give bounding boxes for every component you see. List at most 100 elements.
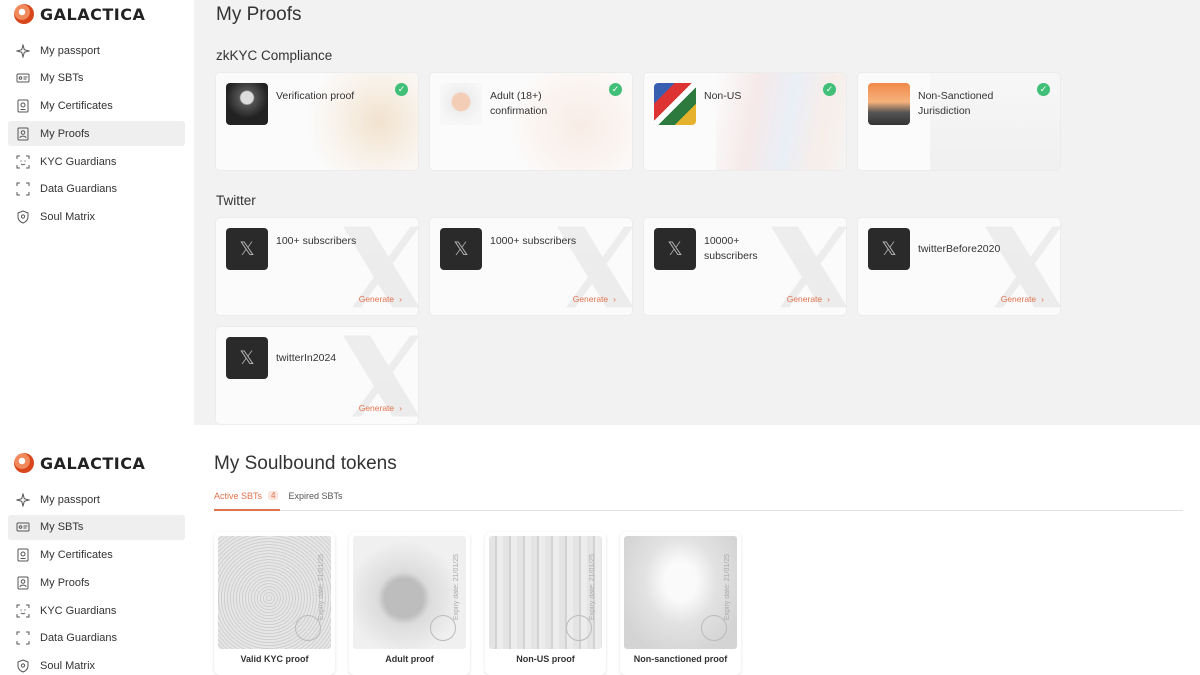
generate-button[interactable]: Generate › bbox=[359, 294, 402, 304]
twitter-card-100[interactable]: 𝕏 100+ subscribers Generate › bbox=[216, 218, 418, 315]
scan-frame-icon bbox=[16, 631, 30, 645]
sidebar-item-kyc-guardians[interactable]: KYC Guardians bbox=[8, 598, 185, 623]
flags-thumbnail bbox=[654, 83, 696, 125]
sidebar-item-my-proofs[interactable]: My Proofs bbox=[8, 121, 185, 147]
verification-thumbnail bbox=[226, 83, 268, 125]
proof-card-adult[interactable]: Adult (18+) confirmation ✓ bbox=[430, 73, 632, 170]
adult-thumbnail bbox=[440, 83, 482, 125]
sidebar-item-my-passport[interactable]: My passport bbox=[8, 487, 185, 512]
sbt-label: Non-sanctioned proof bbox=[633, 654, 728, 664]
flags-artwork: Expiry date: 21/01/25 bbox=[489, 536, 602, 649]
sidebar-item-label: My Proofs bbox=[40, 127, 90, 140]
brand-logo[interactable]: GALACTICA bbox=[14, 453, 145, 473]
sidebar-item-soul-matrix[interactable]: Soul Matrix bbox=[8, 205, 185, 230]
card-label: Non-US bbox=[704, 90, 742, 102]
shield-icon bbox=[16, 659, 30, 673]
tab-expired-sbts[interactable]: Expired SBTs bbox=[288, 489, 342, 511]
sbt-card-kyc[interactable]: Expiry date: 21/01/25 Valid KYC proof bbox=[214, 532, 335, 675]
sunset-city-thumbnail bbox=[868, 83, 910, 125]
card-label: 10000+ subscribers bbox=[704, 235, 758, 262]
sparkle-icon bbox=[16, 493, 30, 507]
generate-button[interactable]: Generate › bbox=[359, 403, 402, 413]
sidebar-item-label: Data Guardians bbox=[40, 632, 118, 645]
sidebar-item-my-certificates[interactable]: My Certificates bbox=[8, 94, 185, 119]
twitter-card-1000[interactable]: 𝕏 1000+ subscribers Generate › bbox=[430, 218, 632, 315]
expiry-date: Expiry date: 21/01/25 bbox=[318, 554, 325, 621]
sidebar-item-kyc-guardians[interactable]: KYC Guardians bbox=[8, 149, 185, 174]
page-title: My Proofs bbox=[216, 4, 302, 25]
sbt-tabs: Active SBTs 4 Expired SBTs bbox=[214, 489, 1183, 511]
proof-icon bbox=[16, 576, 30, 590]
proof-card-non-us[interactable]: Non-US ✓ bbox=[644, 73, 846, 170]
sidebar-item-label: Soul Matrix bbox=[40, 211, 96, 224]
count-badge: 4 bbox=[268, 491, 279, 500]
certificate-icon bbox=[16, 99, 30, 113]
x-logo-icon: 𝕏 bbox=[654, 228, 696, 270]
generate-button[interactable]: Generate › bbox=[573, 294, 616, 304]
sidebar-item-label: KYC Guardians bbox=[40, 604, 117, 617]
sidebar-item-label: Data Guardians bbox=[40, 183, 118, 196]
page-title: My Soulbound tokens bbox=[214, 453, 397, 474]
proofs-screen: GALACTICA My passport My SBTs My Certifi… bbox=[0, 0, 1200, 425]
tab-label: Active SBTs bbox=[214, 491, 263, 501]
twitter-card-in-2024[interactable]: 𝕏 twitterIn2024 Generate › bbox=[216, 327, 418, 424]
expiry-date: Expiry date: 21/01/25 bbox=[589, 554, 596, 621]
twitter-card-10000[interactable]: 𝕏 10000+ subscribers Generate › bbox=[644, 218, 846, 315]
sidebar-item-label: My passport bbox=[40, 44, 100, 57]
sparkle-icon bbox=[16, 44, 30, 58]
proof-card-verification[interactable]: Verification proof ✓ bbox=[216, 73, 418, 170]
sidebar-item-soul-matrix[interactable]: Soul Matrix bbox=[8, 654, 185, 675]
sidebar-nav: My passport My SBTs My Certificates My P… bbox=[8, 38, 185, 233]
sidebar-item-my-certificates[interactable]: My Certificates bbox=[8, 543, 185, 568]
sidebar-item-label: My SBTs bbox=[40, 521, 84, 534]
x-logo-icon: 𝕏 bbox=[226, 337, 268, 379]
card-label: 100+ subscribers bbox=[276, 235, 357, 247]
tab-active-sbts[interactable]: Active SBTs 4 bbox=[214, 489, 281, 511]
sidebar-item-label: My Certificates bbox=[40, 100, 113, 113]
face-scan-icon bbox=[16, 604, 30, 618]
sbt-label: Valid KYC proof bbox=[240, 654, 309, 664]
chevron-right-icon: › bbox=[827, 294, 830, 304]
sbt-card-non-sanctioned[interactable]: Expiry date: 21/01/25 Non-sanctioned pro… bbox=[620, 532, 741, 675]
x-logo-icon: 𝕏 bbox=[440, 228, 482, 270]
chevron-right-icon: › bbox=[613, 294, 616, 304]
stamp-icon bbox=[295, 615, 321, 641]
sidebar-nav: My passport My SBTs My Certificates My P… bbox=[8, 487, 185, 675]
card-label: 1000+ subscribers bbox=[490, 235, 577, 247]
face-scan-icon bbox=[16, 155, 30, 169]
id-card-icon bbox=[16, 520, 30, 534]
sbt-card-non-us[interactable]: Expiry date: 21/01/25 Non-US proof bbox=[485, 532, 606, 675]
sidebar-item-label: KYC Guardians bbox=[40, 155, 117, 168]
stamp-icon bbox=[566, 615, 592, 641]
generate-button[interactable]: Generate › bbox=[787, 294, 830, 304]
expiry-date: Expiry date: 21/01/25 bbox=[724, 554, 731, 621]
sidebar-item-my-sbts[interactable]: My SBTs bbox=[8, 514, 185, 540]
chevron-right-icon: › bbox=[1041, 294, 1044, 304]
sidebar-item-label: My Certificates bbox=[40, 549, 113, 562]
sbt-label: Adult proof bbox=[385, 654, 434, 664]
section-title-kyc: zkKYC Compliance bbox=[216, 48, 333, 63]
proof-card-non-sanctioned[interactable]: Non-Sanctioned Jurisdiction ✓ bbox=[858, 73, 1060, 170]
card-label: twitterBefore2020 bbox=[918, 243, 1001, 255]
sbt-label: Non-US proof bbox=[516, 654, 575, 664]
scan-frame-icon bbox=[16, 182, 30, 196]
sidebar-item-data-guardians[interactable]: Data Guardians bbox=[8, 177, 185, 202]
sidebar: GALACTICA My passport My SBTs My Certifi… bbox=[0, 0, 194, 425]
sidebar-item-label: Soul Matrix bbox=[40, 660, 96, 673]
chevron-right-icon: › bbox=[399, 294, 402, 304]
dove-artwork: Expiry date: 21/01/25 bbox=[624, 536, 737, 649]
portrait-artwork: Expiry date: 21/01/25 bbox=[353, 536, 466, 649]
expiry-date: Expiry date: 21/01/25 bbox=[453, 554, 460, 621]
stamp-icon bbox=[701, 615, 727, 641]
sidebar-item-data-guardians[interactable]: Data Guardians bbox=[8, 626, 185, 651]
sidebar-item-my-proofs[interactable]: My Proofs bbox=[8, 570, 185, 595]
sbt-card-adult[interactable]: Expiry date: 21/01/25 Adult proof bbox=[349, 532, 470, 675]
twitter-card-before-2020[interactable]: 𝕏 twitterBefore2020 Generate › bbox=[858, 218, 1060, 315]
sidebar-item-my-sbts[interactable]: My SBTs bbox=[8, 66, 185, 91]
sidebar-item-my-passport[interactable]: My passport bbox=[8, 38, 185, 63]
stamp-icon bbox=[430, 615, 456, 641]
brand-name: GALACTICA bbox=[40, 4, 146, 24]
galactica-logo-icon bbox=[14, 4, 34, 24]
generate-button[interactable]: Generate › bbox=[1001, 294, 1044, 304]
brand-logo[interactable]: GALACTICA bbox=[14, 4, 145, 24]
